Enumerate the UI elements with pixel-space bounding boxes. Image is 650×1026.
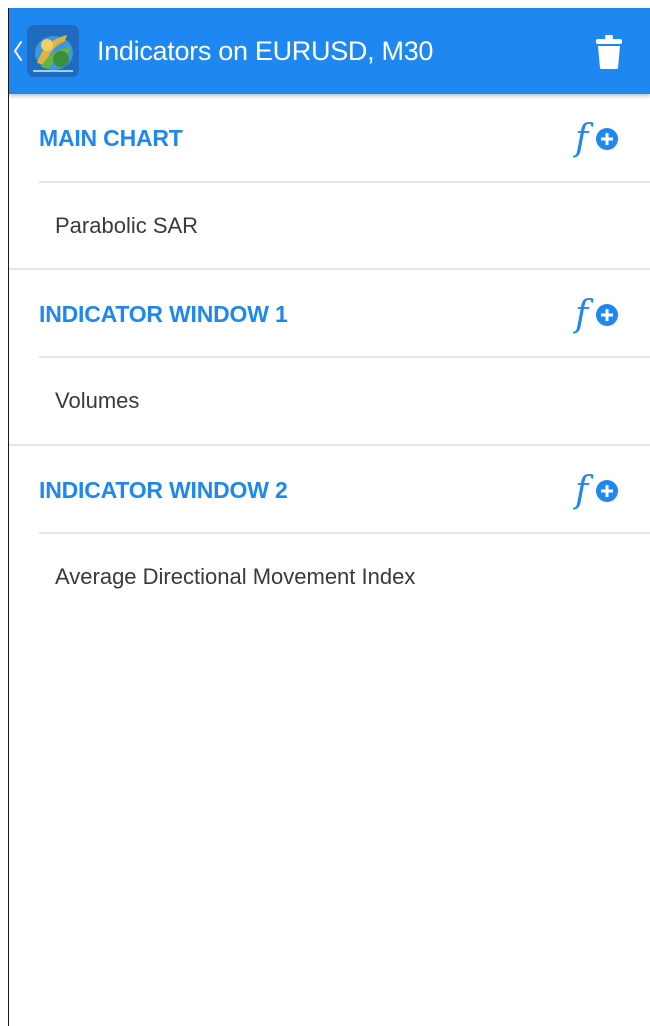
page-title: Indicators on EURUSD, M30 bbox=[97, 36, 434, 66]
section-header-main-chart: MAIN CHART f bbox=[9, 94, 650, 182]
screen: Indicators on EURUSD, M30 MAIN CHART f P… bbox=[8, 8, 650, 1026]
section-header-indicator-window-1: INDICATOR WINDOW 1 f bbox=[9, 270, 650, 358]
toolbar: Indicators on EURUSD, M30 bbox=[9, 8, 650, 94]
svg-text:f: f bbox=[573, 470, 594, 511]
indicator-item[interactable]: Volumes bbox=[9, 358, 650, 444]
section-header-indicator-window-2: INDICATOR WINDOW 2 f bbox=[9, 446, 650, 534]
add-function-icon: f bbox=[572, 294, 618, 335]
back-button[interactable] bbox=[13, 20, 91, 82]
indicator-label: Volumes bbox=[55, 388, 140, 413]
section-title: MAIN CHART bbox=[39, 125, 183, 151]
indicator-label: Average Directional Movement Index bbox=[55, 564, 416, 589]
svg-text:f: f bbox=[573, 118, 594, 159]
chevron-left-icon bbox=[14, 41, 22, 61]
indicator-item[interactable]: Average Directional Movement Index bbox=[9, 534, 650, 620]
metatrader-app-icon bbox=[27, 25, 79, 77]
svg-text:f: f bbox=[573, 294, 594, 335]
add-indicator-button[interactable]: f bbox=[572, 114, 623, 160]
indicator-label: Parabolic SAR bbox=[55, 213, 199, 238]
add-indicator-button[interactable]: f bbox=[572, 290, 623, 336]
add-indicator-button[interactable]: f bbox=[572, 466, 623, 512]
delete-button[interactable] bbox=[587, 28, 631, 76]
add-function-icon: f bbox=[572, 470, 618, 511]
indicator-item[interactable]: Parabolic SAR bbox=[9, 183, 650, 269]
trash-icon bbox=[596, 35, 622, 69]
section-title: INDICATOR WINDOW 1 bbox=[39, 301, 288, 327]
add-function-icon: f bbox=[572, 118, 618, 159]
section-title: INDICATOR WINDOW 2 bbox=[39, 477, 288, 503]
